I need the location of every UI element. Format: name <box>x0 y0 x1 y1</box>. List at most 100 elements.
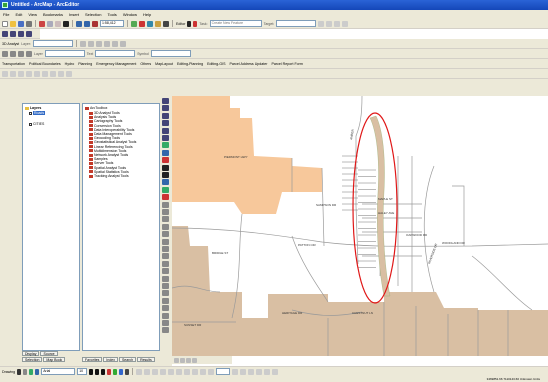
tab-favorites[interactable]: Favorites <box>82 357 103 362</box>
pan-icon[interactable] <box>162 127 169 134</box>
attributes-icon[interactable] <box>334 20 341 27</box>
font-size-combo[interactable]: 10 <box>77 368 88 375</box>
tool-icon[interactable] <box>144 368 151 375</box>
tab-display[interactable]: Display <box>22 351 40 356</box>
labeling-symbol-combo[interactable] <box>150 50 191 57</box>
rectangle-icon[interactable] <box>29 368 34 375</box>
tool-icon[interactable] <box>168 368 175 375</box>
layout-view-icon[interactable] <box>180 357 185 363</box>
drawing-menu[interactable]: Drawing <box>2 370 15 374</box>
tool-icon[interactable] <box>162 312 169 319</box>
custom-menu-editing-gis[interactable]: Editing-GIS <box>207 62 225 66</box>
cut-icon[interactable] <box>39 20 45 27</box>
target-combo[interactable] <box>276 20 317 27</box>
new-document-icon[interactable] <box>2 20 8 27</box>
text-icon[interactable] <box>35 368 40 375</box>
tool-icon[interactable] <box>50 70 56 77</box>
tool-icon[interactable] <box>162 275 169 282</box>
custom-menu-planning[interactable]: Planning <box>78 62 92 66</box>
redo-icon[interactable] <box>84 20 90 27</box>
underline-icon[interactable] <box>101 368 106 375</box>
open-folder-icon[interactable] <box>10 20 16 27</box>
tab-search[interactable]: Search <box>118 357 137 362</box>
profile-graph-icon[interactable] <box>103 40 110 47</box>
labeling-text-combo[interactable] <box>95 50 136 57</box>
command-line-icon[interactable] <box>147 20 153 27</box>
map-canvas[interactable]: PIEDMONT HWY PATTON CIR MAPLE ST HALEY AVE O… <box>172 96 548 356</box>
tool-icon[interactable] <box>162 268 169 275</box>
zoom-percent-combo[interactable] <box>216 368 231 375</box>
task-combo[interactable]: Create New Feature <box>209 20 262 27</box>
sketch-tool-icon[interactable] <box>193 20 198 27</box>
tab-index[interactable]: Index <box>103 357 118 362</box>
pause-drawing-icon[interactable] <box>192 357 197 363</box>
tool-icon[interactable] <box>160 368 167 375</box>
custom-menu-transportation[interactable]: Transportation <box>2 62 25 66</box>
rotate-tool-icon[interactable] <box>326 20 333 27</box>
tool-icon[interactable] <box>136 368 143 375</box>
tool-icon[interactable] <box>26 70 32 77</box>
custom-menu-parcel-address-updater[interactable]: Parcel Address Updater <box>230 62 268 66</box>
tool-icon[interactable] <box>162 223 169 230</box>
rotate-icon[interactable] <box>23 368 28 375</box>
toc-layer-roads[interactable]: Roads <box>29 111 46 115</box>
map-scale-combo[interactable]: 1:58,412 <box>100 20 124 27</box>
custom-menu-emergency-management[interactable]: Emergency Management <box>96 62 136 66</box>
tool-icon[interactable] <box>162 305 169 312</box>
add-data-icon[interactable] <box>92 20 98 27</box>
zoom-out-icon[interactable] <box>162 105 169 112</box>
tab-map-book[interactable]: Map Book <box>43 357 66 362</box>
data-view-icon[interactable] <box>174 357 179 363</box>
tool-icon[interactable] <box>232 368 239 375</box>
tool-icon[interactable] <box>162 297 169 304</box>
tab-results[interactable]: Results <box>137 357 155 362</box>
refresh-icon[interactable] <box>186 357 191 363</box>
label-manager-icon[interactable] <box>10 50 16 57</box>
menu-edit[interactable]: Edit <box>15 10 22 19</box>
fixed-zoom-out-icon[interactable] <box>162 120 169 127</box>
split-tool-icon[interactable] <box>318 20 325 27</box>
tool-icon[interactable] <box>162 260 169 267</box>
toolbox-item-tracking-analyst-tools[interactable]: Tracking Analyst Tools <box>89 174 129 178</box>
tool-icon[interactable] <box>192 368 199 375</box>
fixed-zoom-icon[interactable] <box>18 30 24 37</box>
fixed-zoom-in-icon[interactable] <box>162 112 169 119</box>
custom-menu-maplayout[interactable]: MapLayout <box>155 62 173 66</box>
font-combo[interactable]: Arial <box>41 368 76 375</box>
tool-icon[interactable] <box>2 70 8 77</box>
tool-icon[interactable] <box>208 368 215 375</box>
back-extent-icon[interactable] <box>162 142 169 149</box>
layers-node[interactable]: Layers <box>25 106 41 110</box>
zoom-in-icon[interactable] <box>162 98 169 104</box>
menu-window[interactable]: Window <box>123 10 137 19</box>
tool-icon[interactable] <box>162 290 169 297</box>
contour-icon[interactable] <box>79 40 86 47</box>
editor-toolbar-icon[interactable] <box>131 20 137 27</box>
tool-icon[interactable] <box>162 201 169 208</box>
tool-icon[interactable] <box>162 209 169 215</box>
sketch-properties-icon[interactable] <box>342 20 349 27</box>
checkbox-icon[interactable] <box>29 111 32 115</box>
tool-icon[interactable] <box>184 368 191 375</box>
label-weights-icon[interactable] <box>26 50 32 57</box>
custom-menu-hydro[interactable]: Hydro <box>65 62 75 66</box>
arcglobe-icon[interactable] <box>119 40 126 47</box>
marker-color-icon[interactable] <box>125 368 130 375</box>
toc-layer-cities[interactable]: CITIES <box>29 122 44 126</box>
tool-icon[interactable] <box>42 70 48 77</box>
line-of-sight-icon[interactable] <box>95 40 102 47</box>
pointer-icon[interactable] <box>2 50 8 57</box>
identify-icon[interactable] <box>162 172 169 178</box>
steepest-path-icon[interactable] <box>87 40 94 47</box>
tool-icon[interactable] <box>240 368 247 375</box>
editor-menu[interactable]: Editor <box>176 22 185 26</box>
tool-icon[interactable] <box>162 320 169 326</box>
tool-icon[interactable] <box>256 368 263 375</box>
tool-icon[interactable] <box>34 70 40 77</box>
whats-this-icon[interactable] <box>163 20 169 27</box>
tool-icon[interactable] <box>176 368 183 375</box>
menu-bookmarks[interactable]: Bookmarks <box>43 10 63 19</box>
tab-source[interactable]: Source <box>40 351 58 356</box>
undo-icon[interactable] <box>76 20 82 27</box>
full-extent-icon[interactable] <box>162 135 169 141</box>
